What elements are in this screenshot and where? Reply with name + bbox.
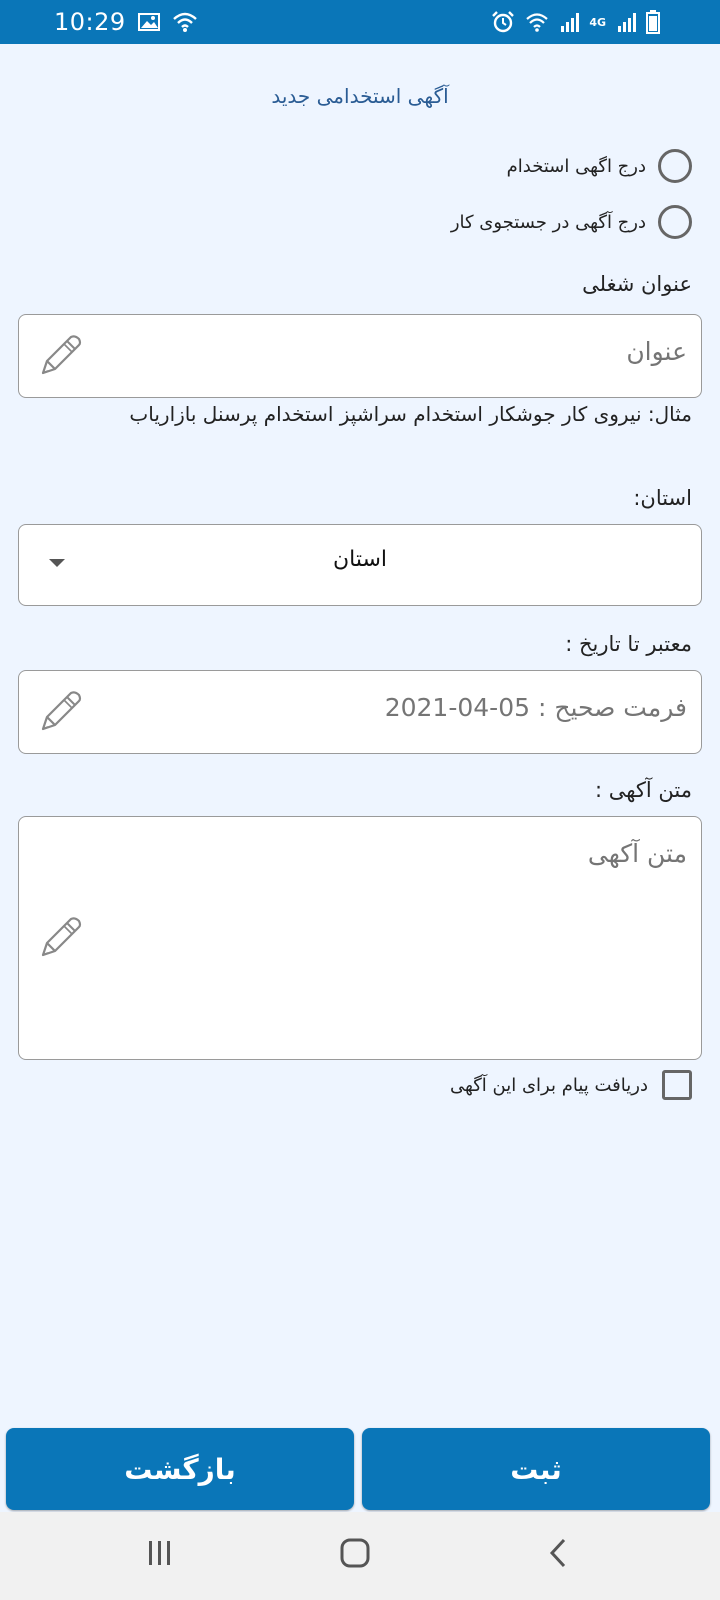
radio-label: درج آگهی در جستجوی کار (450, 211, 646, 233)
ad-text-field[interactable] (18, 816, 702, 1060)
battery-icon (646, 10, 660, 34)
radio-label: درج اگهی استخدام (506, 155, 646, 177)
signal-icon (559, 12, 580, 32)
back-button[interactable]: بازگشت (6, 1428, 354, 1510)
radio-option-job-seeking[interactable]: درج آگهی در جستجوی کار (451, 202, 692, 242)
pencil-icon (41, 917, 82, 957)
status-bar: 10:29 4G (0, 0, 720, 44)
page-title: آگهی استخدامی جدید (271, 84, 449, 108)
valid-until-label: معتبر تا تاریخ : (565, 632, 692, 656)
wifi-icon (172, 11, 198, 33)
job-title-label: عنوان شغلی (582, 272, 692, 296)
pencil-icon (41, 335, 82, 375)
status-left: 10:29 (54, 8, 198, 36)
network-type-label: 4G (589, 15, 606, 29)
job-title-input[interactable] (127, 337, 687, 366)
radio-button[interactable] (658, 205, 692, 239)
radio-button[interactable] (658, 149, 692, 183)
receive-messages-checkbox[interactable] (662, 1070, 692, 1100)
valid-until-field[interactable] (18, 670, 702, 754)
province-selected-value: استان (332, 547, 388, 572)
system-nav-bar (0, 1512, 720, 1600)
home-icon[interactable] (340, 1538, 370, 1572)
job-title-hint: مثال: نیروی کار جوشکار استخدام سراشپز اس… (129, 402, 692, 426)
status-time: 10:29 (54, 8, 126, 36)
receive-messages-label: دریافت پیام برای این آگهی (449, 1074, 648, 1096)
alarm-icon (491, 10, 515, 34)
province-label: استان: (633, 486, 692, 510)
back-nav-icon[interactable] (548, 1538, 568, 1572)
recent-apps-icon[interactable] (146, 1538, 174, 1572)
receive-messages-option[interactable]: دریافت پیام برای این آگهی (450, 1070, 692, 1100)
dropdown-arrow-icon (49, 559, 65, 567)
image-icon (137, 12, 160, 32)
ad-text-label: متن آکهی : (594, 778, 692, 802)
signal-icon (616, 12, 636, 32)
valid-until-input[interactable] (127, 693, 687, 722)
radio-option-employment[interactable]: درج اگهی استخدام (507, 146, 692, 186)
status-right: 4G (491, 10, 660, 34)
wifi-icon (525, 12, 549, 32)
ad-text-input[interactable] (127, 839, 687, 868)
province-dropdown[interactable]: استان (18, 524, 702, 606)
submit-button[interactable]: ثبت (362, 1428, 710, 1510)
pencil-icon (41, 691, 82, 731)
job-title-field[interactable] (18, 314, 702, 398)
